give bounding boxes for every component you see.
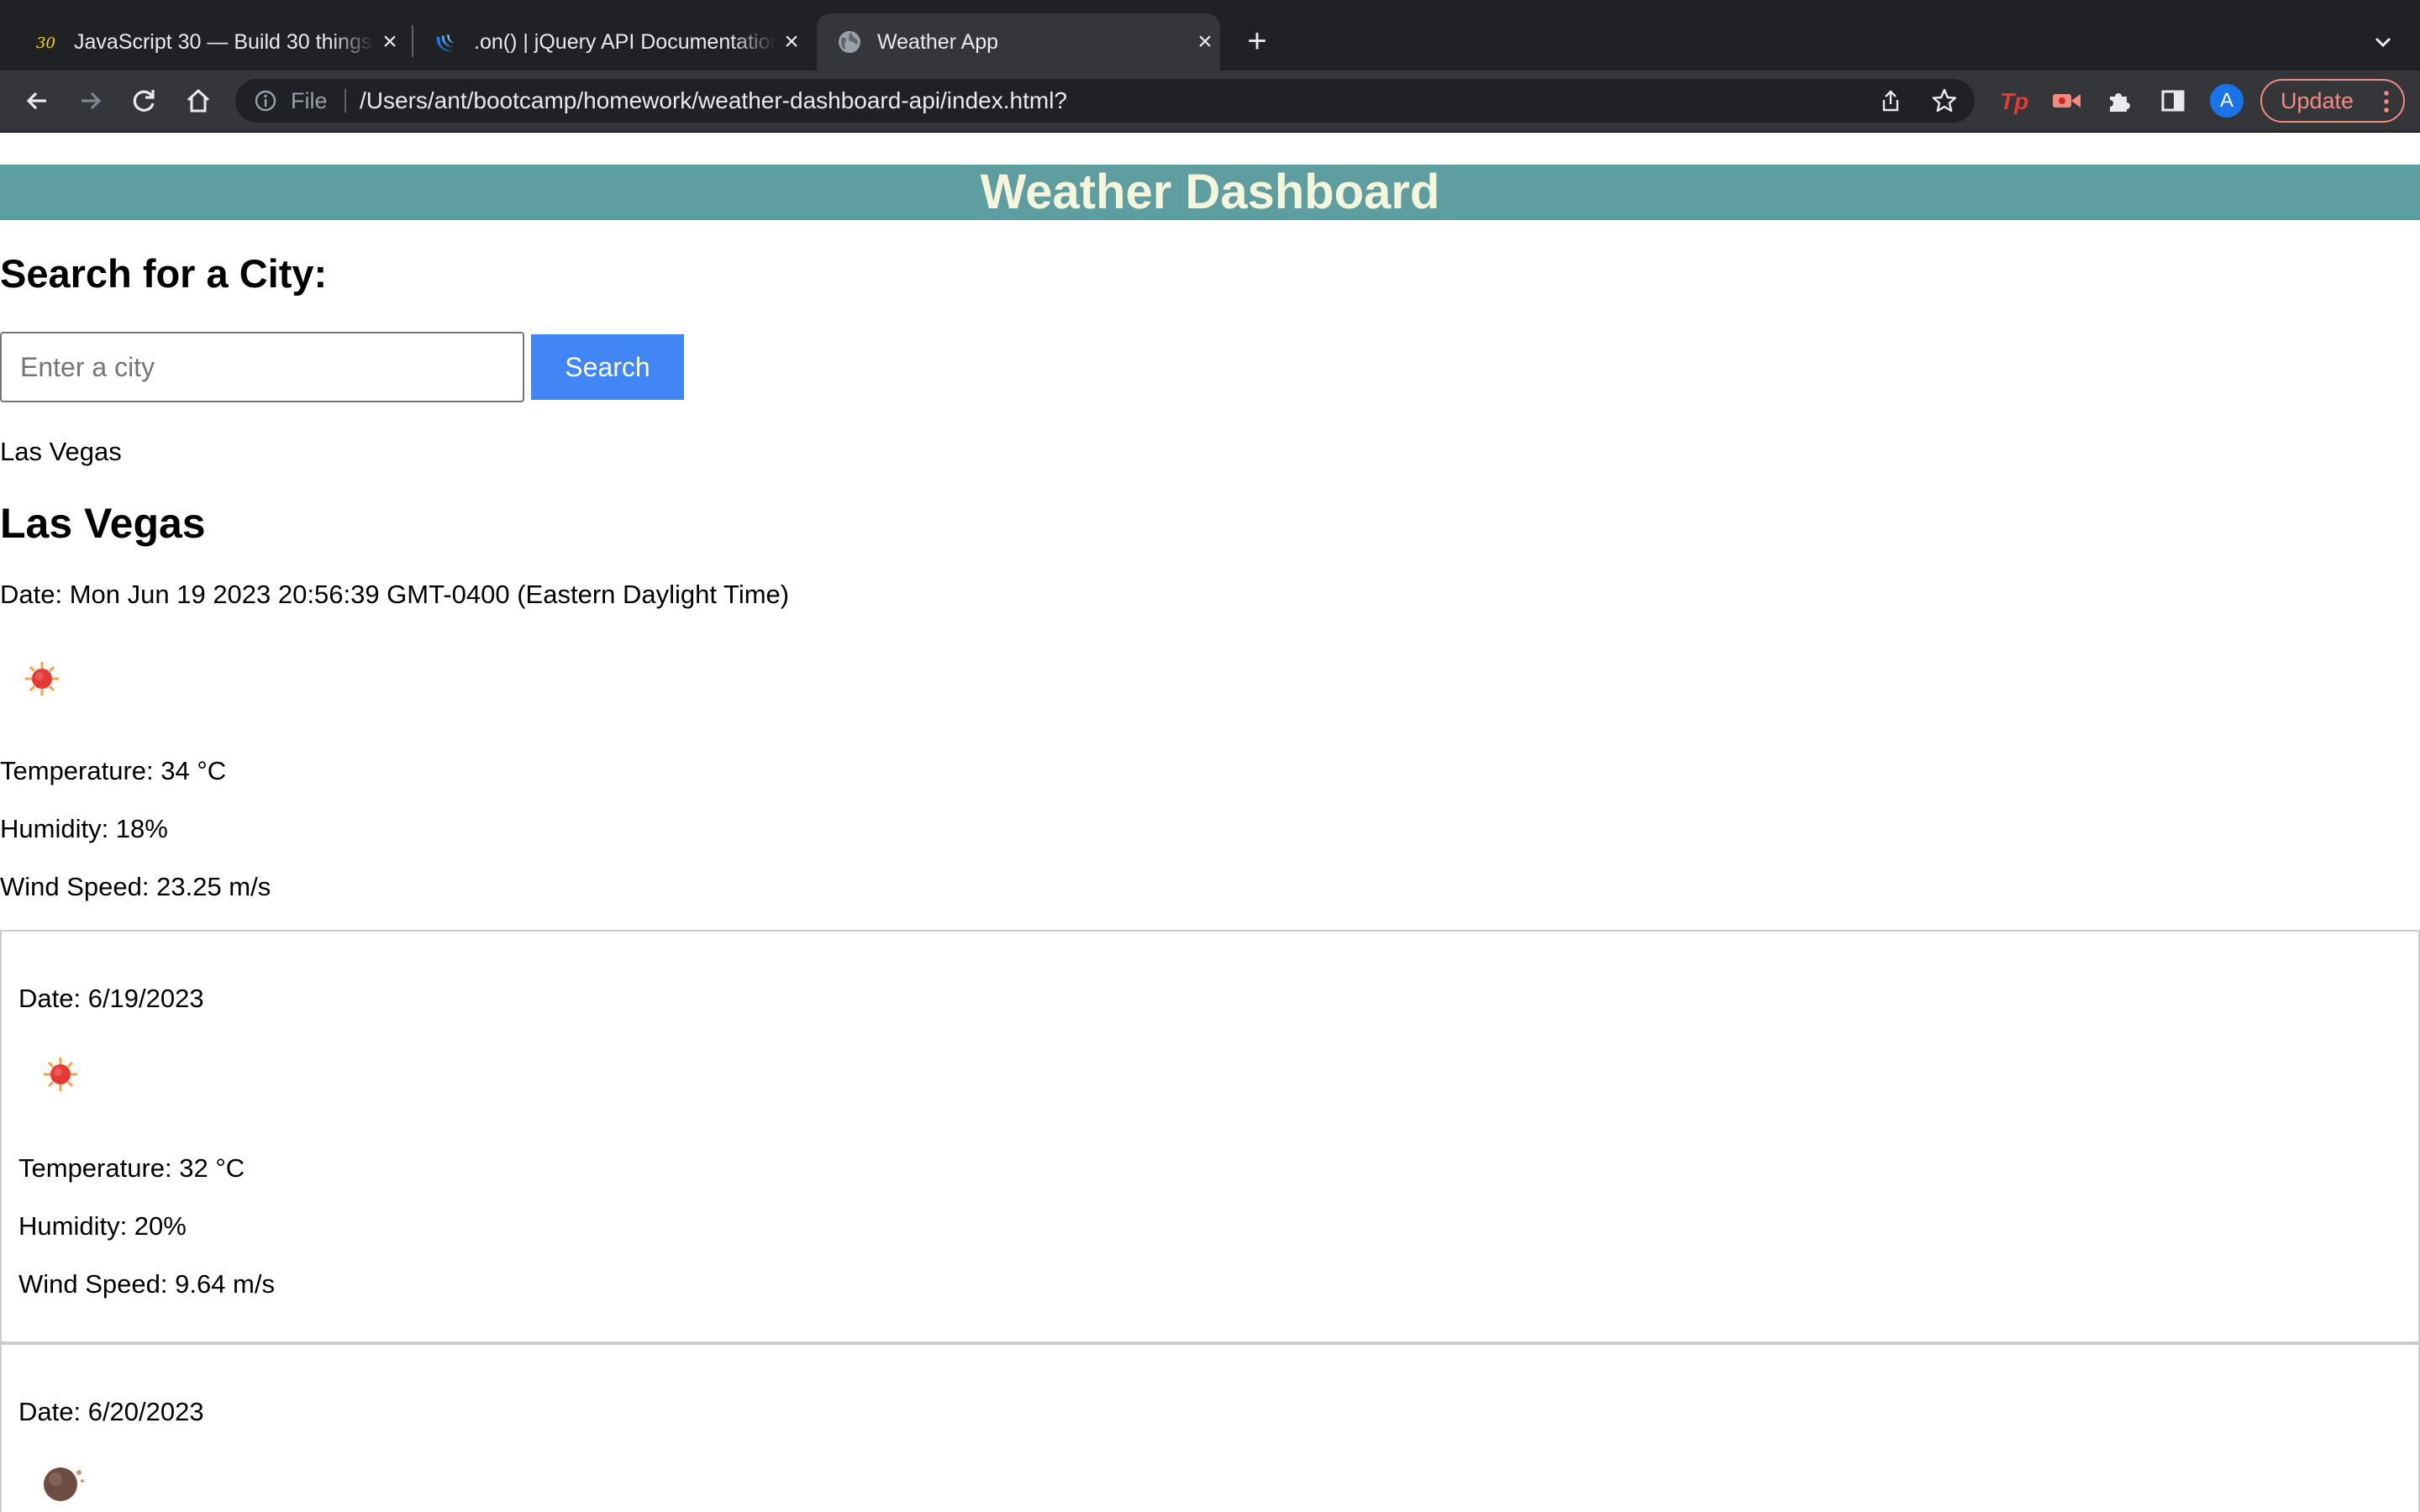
info-icon[interactable] bbox=[254, 89, 277, 113]
forecast-date: Date: 6/19/2023 bbox=[18, 984, 204, 1013]
sun-icon bbox=[35, 1049, 86, 1100]
reload-icon[interactable] bbox=[126, 82, 163, 119]
tab-search-chevron-icon[interactable] bbox=[2368, 27, 2398, 57]
profile-avatar[interactable]: A bbox=[2210, 84, 2244, 118]
browser-tab-strip: 30 JavaScript 30 — Build 30 things with … bbox=[0, 0, 2420, 71]
svg-text:30: 30 bbox=[36, 34, 55, 52]
extension-recorder-icon[interactable] bbox=[2049, 82, 2086, 119]
address-bar[interactable]: File /Users/ant/bootcamp/homework/weathe… bbox=[235, 79, 1975, 123]
tab-title: .on() | jQuery API Documentation bbox=[474, 29, 776, 54]
new-tab-icon[interactable]: + bbox=[1240, 24, 1274, 59]
tab-close-icon[interactable]: × bbox=[1190, 27, 1220, 57]
url-scheme-label: File bbox=[291, 88, 328, 113]
tab-close-icon[interactable]: × bbox=[375, 27, 405, 57]
forecast-date: Date: 6/20/2023 bbox=[18, 1397, 204, 1426]
extensions-puzzle-icon[interactable] bbox=[2101, 82, 2138, 119]
url-text[interactable]: /Users/ant/bootcamp/homework/weather-das… bbox=[360, 87, 1067, 114]
forward-arrow-icon[interactable] bbox=[72, 82, 109, 119]
forecast-humidity: Humidity: 20% bbox=[18, 1211, 187, 1241]
side-panel-icon[interactable] bbox=[2154, 82, 2191, 119]
search-history-item[interactable]: Las Vegas bbox=[0, 437, 122, 467]
browser-tab-weather-app[interactable]: Weather App × bbox=[817, 13, 1220, 71]
browser-tab-js30[interactable]: 30 JavaScript 30 — Build 30 things with … bbox=[17, 13, 405, 71]
update-button-label: Update bbox=[2281, 87, 2354, 113]
extension-tp-icon[interactable]: Tp bbox=[1995, 82, 2032, 119]
page-viewport: Weather Dashboard Search for a City: Sea… bbox=[0, 133, 2420, 1512]
svg-text:Tp: Tp bbox=[2000, 88, 2028, 114]
update-button[interactable]: Update bbox=[2260, 79, 2405, 123]
current-humidity: Humidity: 18% bbox=[0, 814, 168, 843]
address-divider bbox=[345, 89, 346, 113]
city-search-input[interactable] bbox=[0, 332, 524, 402]
page-title: Weather Dashboard bbox=[980, 165, 1440, 219]
sun-icon bbox=[17, 654, 67, 704]
back-arrow-icon[interactable] bbox=[18, 82, 55, 119]
search-heading: Search for a City: bbox=[0, 251, 328, 296]
current-temperature: Temperature: 34 °C bbox=[0, 756, 227, 785]
search-button[interactable]: Search bbox=[531, 334, 684, 400]
tab-close-icon[interactable]: × bbox=[776, 27, 807, 57]
bookmark-star-icon[interactable] bbox=[1929, 86, 1960, 116]
forecast-wind-speed: Wind Speed: 9.64 m/s bbox=[18, 1269, 275, 1299]
tab-title: Weather App bbox=[877, 29, 999, 54]
js30-favicon-icon: 30 bbox=[34, 29, 59, 55]
tab-separator bbox=[412, 25, 413, 57]
browser-tab-jquery[interactable]: .on() | jQuery API Documentation × bbox=[417, 13, 807, 71]
current-date: Date: Mon Jun 19 2023 20:56:39 GMT-0400 … bbox=[0, 580, 790, 609]
home-icon[interactable] bbox=[180, 82, 217, 119]
forecast-temperature: Temperature: 32 °C bbox=[18, 1153, 245, 1183]
browser-toolbar: File /Users/ant/bootcamp/homework/weathe… bbox=[0, 71, 2420, 131]
current-wind-speed: Wind Speed: 23.25 m/s bbox=[0, 872, 271, 901]
moon-icon bbox=[37, 1459, 87, 1509]
forecast-card: Date: 6/19/2023 Temperature: 32 °C Humid… bbox=[0, 930, 2420, 1343]
globe-icon bbox=[837, 29, 862, 55]
forecast-card: Date: 6/20/2023 bbox=[0, 1343, 2420, 1512]
share-icon[interactable] bbox=[1876, 86, 1906, 116]
page-header: Weather Dashboard bbox=[0, 165, 2420, 220]
current-city-name: Las Vegas bbox=[0, 500, 206, 547]
jquery-favicon-icon bbox=[434, 29, 459, 55]
more-vert-icon[interactable] bbox=[2381, 89, 2391, 114]
tab-title: JavaScript 30 — Build 30 things with van… bbox=[74, 29, 375, 54]
